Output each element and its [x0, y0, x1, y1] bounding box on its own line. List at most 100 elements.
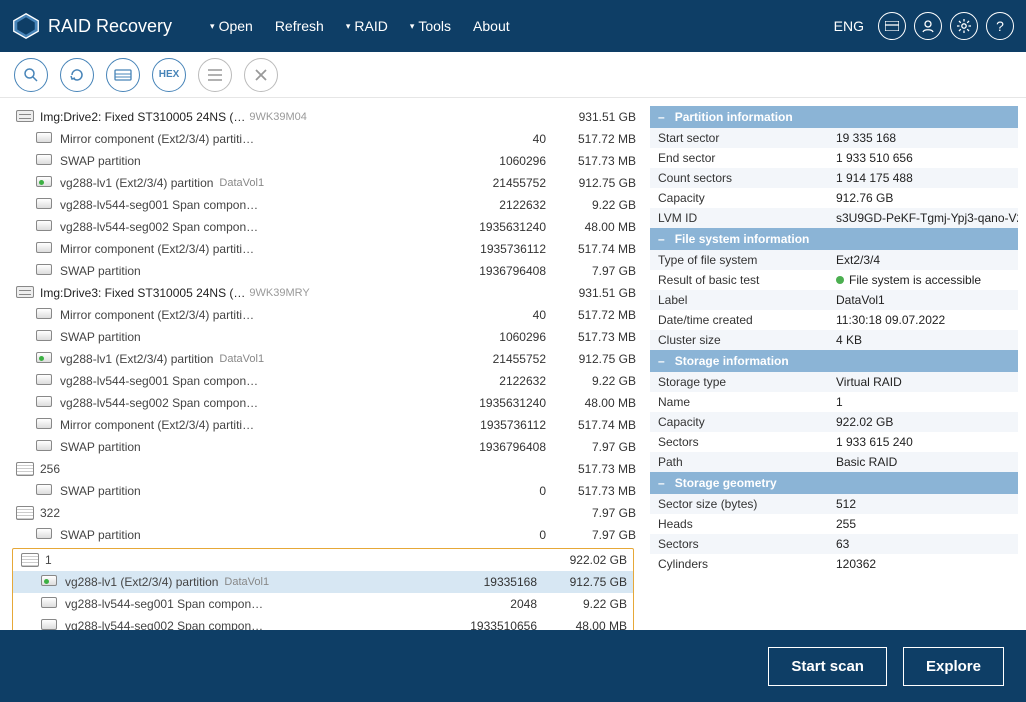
partition-icon — [36, 374, 54, 388]
partition-icon — [36, 264, 54, 278]
info-row: Capacity922.02 GB — [650, 412, 1018, 432]
partition-icon — [36, 132, 54, 146]
partition-row[interactable]: SWAP partition1060296517.73 MB — [8, 150, 642, 172]
drive-row[interactable]: Img:Drive3: Fixed ST310005 24NS (…9WK39M… — [8, 282, 642, 304]
partition-icon — [36, 330, 54, 344]
partition-row[interactable]: vg288-lv544-seg001 Span compon…20489.22 … — [13, 593, 633, 615]
info-key: Heads — [650, 517, 836, 531]
drive-row[interactable]: Img:Drive2: Fixed ST310005 24NS (…9WK39M… — [8, 106, 642, 128]
collapse-icon: – — [658, 354, 665, 368]
menu-tools[interactable]: ▾Tools — [402, 14, 459, 38]
info-value: s3U9GD-PeKF-Tgmj-Ypj3-qano-V2OE-V — [836, 211, 1018, 225]
user-icon[interactable] — [914, 12, 942, 40]
partition-row[interactable]: Mirror component (Ext2/3/4) partiti…4051… — [8, 304, 642, 326]
raid-row[interactable]: 256517.73 MB — [8, 458, 642, 480]
info-row: Result of basic testFile system is acces… — [650, 270, 1018, 290]
info-value: Ext2/3/4 — [836, 253, 1018, 267]
storage-tree[interactable]: Img:Drive2: Fixed ST310005 24NS (…9WK39M… — [0, 98, 646, 630]
partition-row[interactable]: vg288-lv1 (Ext2/3/4) partitionDataVol121… — [8, 172, 642, 194]
raid-row[interactable]: 1922.02 GB — [13, 549, 633, 571]
row-size: 517.73 MB — [564, 462, 636, 476]
menu-open[interactable]: ▾Open — [202, 14, 261, 38]
partition-row[interactable]: vg288-lv1 (Ext2/3/4) partitionDataVol119… — [13, 571, 633, 593]
row-size: 912.75 GB — [555, 575, 627, 589]
partition-row[interactable]: SWAP partition19367964087.97 GB — [8, 260, 642, 282]
info-row: Sectors1 933 615 240 — [650, 432, 1018, 452]
section-title: Storage geometry — [675, 476, 777, 490]
build-raid-button[interactable] — [106, 58, 140, 92]
row-name: Mirror component (Ext2/3/4) partiti… — [60, 242, 254, 256]
partition-row[interactable]: vg288-lv1 (Ext2/3/4) partitionDataVol121… — [8, 348, 642, 370]
row-size: 517.73 MB — [564, 484, 636, 498]
settings-icon[interactable] — [950, 12, 978, 40]
info-key: Cylinders — [650, 557, 836, 571]
partition-icon — [36, 154, 54, 168]
explore-button[interactable]: Explore — [903, 647, 1004, 686]
close-button[interactable] — [244, 58, 278, 92]
card-icon[interactable] — [878, 12, 906, 40]
menu-raid[interactable]: ▾RAID — [338, 14, 396, 38]
info-section-header[interactable]: –Storage information — [650, 350, 1018, 372]
info-row: Sector size (bytes)512 — [650, 494, 1018, 514]
row-name: vg288-lv544-seg002 Span compon… — [65, 619, 263, 630]
partition-icon — [36, 528, 54, 542]
partition-row[interactable]: SWAP partition1060296517.73 MB — [8, 326, 642, 348]
hex-view-button[interactable]: HEX — [152, 58, 186, 92]
collapse-icon: – — [658, 476, 665, 490]
partition-row[interactable]: vg288-lv544-seg001 Span compon…21226329.… — [8, 370, 642, 392]
partition-row[interactable]: SWAP partition0517.73 MB — [8, 480, 642, 502]
partition-icon — [36, 352, 54, 366]
row-start: 1933510656 — [359, 619, 555, 630]
partition-row[interactable]: SWAP partition19367964087.97 GB — [8, 436, 642, 458]
row-start: 1060296 — [237, 154, 564, 168]
refresh-button[interactable] — [60, 58, 94, 92]
list-view-button[interactable] — [198, 58, 232, 92]
row-name: vg288-lv544-seg001 Span compon… — [60, 374, 258, 388]
row-size: 9.22 GB — [564, 198, 636, 212]
raid-row[interactable]: 3227.97 GB — [8, 502, 642, 524]
info-row: End sector1 933 510 656 — [650, 148, 1018, 168]
partition-row[interactable]: Mirror component (Ext2/3/4) partiti…1935… — [8, 238, 642, 260]
info-section-header[interactable]: –Storage geometry — [650, 472, 1018, 494]
partition-row[interactable]: vg288-lv544-seg002 Span compon…193563124… — [8, 392, 642, 414]
collapse-icon: – — [658, 232, 665, 246]
info-value: 1 914 175 488 — [836, 171, 1018, 185]
partition-row[interactable]: SWAP partition07.97 GB — [8, 524, 642, 546]
info-key: LVM ID — [650, 211, 836, 225]
disk-icon — [16, 286, 34, 300]
partition-row[interactable]: Mirror component (Ext2/3/4) partiti…1935… — [8, 414, 642, 436]
row-start: 19335168 — [314, 575, 555, 589]
info-value: 1 933 615 240 — [836, 435, 1018, 449]
row-size: 9.22 GB — [564, 374, 636, 388]
info-key: End sector — [650, 151, 836, 165]
find-button[interactable] — [14, 58, 48, 92]
row-name: vg288-lv544-seg001 Span compon… — [60, 198, 258, 212]
info-section-header[interactable]: –Partition information — [650, 106, 1018, 128]
info-key: Start sector — [650, 131, 836, 145]
menu-about[interactable]: About — [465, 14, 518, 38]
row-size: 517.74 MB — [564, 418, 636, 432]
help-icon[interactable]: ? — [986, 12, 1014, 40]
menu-refresh[interactable]: Refresh — [267, 14, 332, 38]
row-name: SWAP partition — [60, 154, 141, 168]
row-name: SWAP partition — [60, 484, 141, 498]
row-name: vg288-lv1 (Ext2/3/4) partition — [60, 352, 213, 366]
row-size: 517.72 MB — [564, 132, 636, 146]
toolbar: HEX — [0, 52, 1026, 98]
info-row: Capacity912.76 GB — [650, 188, 1018, 208]
partition-row[interactable]: Mirror component (Ext2/3/4) partiti…4051… — [8, 128, 642, 150]
info-row: Name1 — [650, 392, 1018, 412]
app-logo: RAID Recovery — [12, 12, 172, 40]
start-scan-button[interactable]: Start scan — [768, 647, 887, 686]
row-name: vg288-lv544-seg002 Span compon… — [60, 220, 258, 234]
partition-row[interactable]: vg288-lv544-seg001 Span compon…21226329.… — [8, 194, 642, 216]
row-start: 21455752 — [309, 176, 564, 190]
logo-icon — [12, 12, 40, 40]
status-ok-icon — [836, 276, 844, 284]
partition-icon — [41, 575, 59, 589]
row-start: 2048 — [359, 597, 555, 611]
language-selector[interactable]: ENG — [834, 18, 864, 34]
info-section-header[interactable]: –File system information — [650, 228, 1018, 250]
partition-row[interactable]: vg288-lv544-seg002 Span compon… 193351065… — [13, 615, 633, 630]
partition-row[interactable]: vg288-lv544-seg002 Span compon…193563124… — [8, 216, 642, 238]
